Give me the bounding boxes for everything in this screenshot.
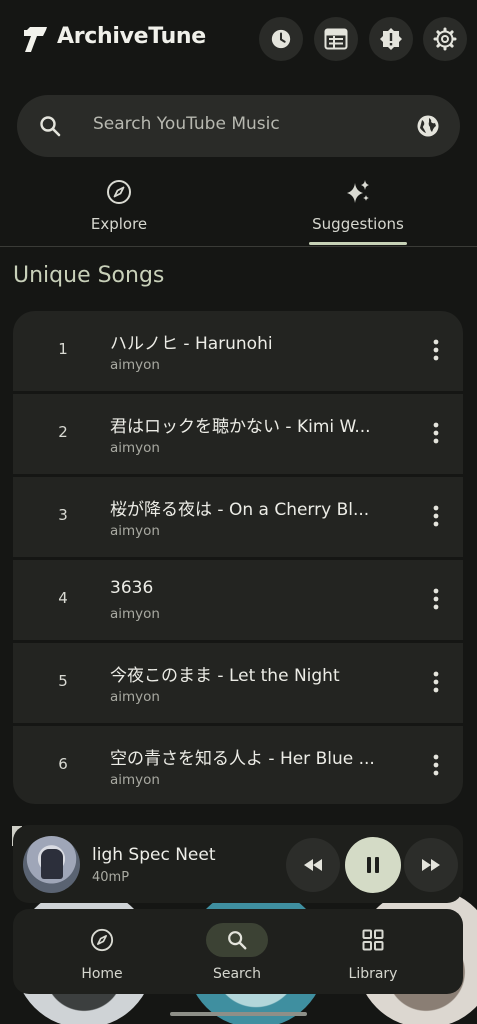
- more-options-icon[interactable]: [433, 588, 439, 610]
- previous-button[interactable]: [286, 838, 340, 892]
- song-rank: 1: [58, 340, 68, 358]
- section-title: Unique Songs: [13, 263, 165, 288]
- search-bar[interactable]: Search YouTube Music: [17, 95, 460, 157]
- sparkle-icon: [347, 180, 369, 203]
- nav-item-search[interactable]: Search: [177, 923, 297, 982]
- tab-explore[interactable]: Explore: [19, 176, 219, 246]
- alert-button[interactable]: [369, 17, 413, 61]
- song-rank: 5: [58, 672, 68, 690]
- nav-item-library-label: Library: [348, 966, 398, 982]
- song-artist: aimyon: [110, 357, 160, 373]
- now-playing-artist: 40mP: [92, 870, 130, 885]
- mini-player[interactable]: ligh Spec Neet 40mP: [13, 825, 463, 903]
- fast-forward-icon: [422, 859, 440, 871]
- gesture-handle[interactable]: [170, 1012, 307, 1016]
- song-list: 1 ハルノヒ - Harunohi aimyon 2 君はロックを聴かない - …: [13, 311, 463, 804]
- song-title: 今夜このまま - Let the Night: [110, 666, 340, 686]
- song-title: 桜が降る夜は - On a Cherry Bl...: [110, 500, 370, 520]
- more-options-icon[interactable]: [433, 671, 439, 693]
- song-title: 君はロックを聴かない - Kimi W...: [110, 417, 371, 437]
- history-button[interactable]: [259, 17, 303, 61]
- rewind-icon: [304, 859, 322, 871]
- more-options-icon[interactable]: [433, 422, 439, 444]
- tab-divider: [0, 246, 477, 247]
- compass-icon: [90, 928, 114, 952]
- song-artist: aimyon: [110, 523, 160, 539]
- archivetune-logo-icon: [24, 27, 47, 52]
- nav-item-home-label: Home: [81, 966, 123, 982]
- tab-suggestions[interactable]: Suggestions: [258, 176, 458, 246]
- app-title: ArchiveTune: [57, 24, 206, 49]
- bottom-navigation: Home Search Library: [13, 909, 463, 994]
- song-artist: aimyon: [110, 440, 160, 456]
- pause-button[interactable]: [345, 837, 401, 893]
- alert-badge-icon: [380, 28, 402, 50]
- song-title: 空の青さを知る人よ - Her Blue ...: [110, 749, 375, 769]
- top-app-bar: ArchiveTune: [0, 0, 477, 80]
- globe-icon[interactable]: [416, 114, 440, 138]
- history-icon: [271, 29, 291, 49]
- now-playing-artwork: [23, 836, 80, 893]
- library-icon: [362, 929, 384, 951]
- song-rank: 6: [58, 755, 68, 773]
- list-item[interactable]: 5 今夜このまま - Let the Night aimyon: [13, 643, 463, 723]
- more-options-icon[interactable]: [433, 754, 439, 776]
- search-icon: [228, 931, 247, 950]
- song-artist: aimyon: [110, 772, 160, 788]
- list-item[interactable]: 6 空の青さを知る人よ - Her Blue ... aimyon: [13, 726, 463, 804]
- selected-tab-indicator: [309, 242, 407, 245]
- list-item[interactable]: 3 桜が降る夜は - On a Cherry Bl... aimyon: [13, 477, 463, 557]
- song-title: 3636: [110, 578, 154, 598]
- now-playing-title: ligh Spec Neet: [92, 845, 216, 865]
- song-rank: 2: [58, 423, 68, 441]
- song-title: ハルノヒ - Harunohi: [110, 334, 273, 354]
- song-rank: 3: [58, 506, 68, 524]
- compass-icon: [107, 180, 131, 204]
- gear-icon: [433, 27, 457, 51]
- pause-icon: [367, 857, 379, 873]
- nav-item-library[interactable]: Library: [313, 923, 433, 982]
- stats-icon: [324, 28, 348, 50]
- nav-item-search-label: Search: [212, 966, 262, 982]
- more-options-icon[interactable]: [433, 339, 439, 361]
- more-options-icon[interactable]: [433, 505, 439, 527]
- list-item[interactable]: 1 ハルノヒ - Harunohi aimyon: [13, 311, 463, 391]
- stats-button[interactable]: [314, 17, 358, 61]
- song-rank: 4: [58, 589, 68, 607]
- tab-suggestions-label: Suggestions: [312, 215, 404, 233]
- next-button[interactable]: [404, 838, 458, 892]
- search-placeholder: Search YouTube Music: [93, 114, 280, 134]
- song-artist: aimyon: [110, 606, 160, 622]
- list-item[interactable]: 4 3636 aimyon: [13, 560, 463, 640]
- tab-explore-label: Explore: [90, 215, 148, 233]
- list-item[interactable]: 2 君はロックを聴かない - Kimi W... aimyon: [13, 394, 463, 474]
- song-artist: aimyon: [110, 689, 160, 705]
- settings-button[interactable]: [423, 17, 467, 61]
- search-icon: [40, 116, 61, 137]
- nav-item-home[interactable]: Home: [42, 923, 162, 982]
